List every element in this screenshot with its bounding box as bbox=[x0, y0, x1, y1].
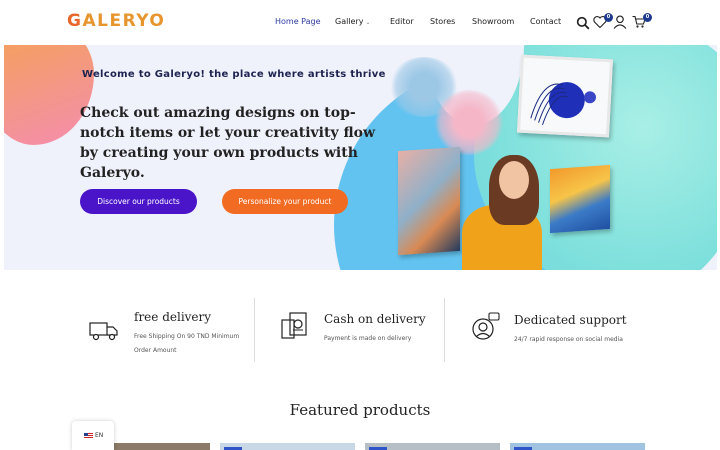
framed-artwork-image bbox=[517, 54, 613, 138]
site-header: GALERYO Home Page Gallery ⌄ Editor Stores… bbox=[0, 0, 720, 45]
feature-title: Cash on delivery bbox=[324, 312, 426, 326]
hero-banner: Welcome to Galeryo! the place where arti… bbox=[4, 45, 717, 270]
support-icon bbox=[472, 312, 500, 340]
nav-gallery[interactable]: Gallery ⌄ bbox=[335, 17, 371, 26]
divider bbox=[444, 298, 445, 362]
feature-description: Free Shipping On 90 TND Minimum Order Am… bbox=[134, 333, 240, 354]
featured-products-heading: Featured products bbox=[289, 401, 431, 419]
canvas-artwork-image bbox=[398, 146, 460, 256]
cart-count-badge: 0 bbox=[643, 13, 652, 22]
nav-showroom[interactable]: Showroom bbox=[472, 17, 514, 26]
nav-editor[interactable]: Editor bbox=[390, 17, 414, 26]
features-section: free delivery Free Shipping On 90 TND Mi… bbox=[0, 290, 720, 370]
hero-headline: Check out amazing designs on top-notch i… bbox=[80, 105, 376, 181]
wishlist-count-badge: 0 bbox=[604, 13, 613, 22]
feature-description: 24/7 rapid response on social media bbox=[514, 336, 623, 343]
product-card[interactable] bbox=[510, 443, 645, 450]
discover-products-button[interactable]: Discover our products bbox=[80, 189, 197, 214]
hero-welcome-text: Welcome to Galeryo! the place where arti… bbox=[82, 69, 386, 80]
watercolor-splash-pink bbox=[434, 90, 504, 155]
product-card[interactable] bbox=[365, 443, 500, 450]
nav-stores[interactable]: Stores bbox=[430, 17, 455, 26]
feature-title: free delivery bbox=[134, 310, 212, 324]
divider bbox=[254, 298, 255, 362]
us-flag-icon bbox=[84, 433, 93, 439]
search-icon[interactable] bbox=[576, 16, 590, 30]
cash-icon bbox=[281, 312, 307, 339]
feature-title: Dedicated support bbox=[514, 313, 627, 327]
truck-icon bbox=[89, 322, 118, 341]
nav-contact[interactable]: Contact bbox=[530, 17, 561, 26]
personalize-product-button[interactable]: Personalize your product bbox=[222, 189, 348, 214]
language-switcher[interactable]: EN bbox=[72, 421, 114, 450]
nav-home[interactable]: Home Page bbox=[275, 17, 321, 26]
language-label: EN bbox=[95, 432, 104, 439]
chevron-down-icon: ⌄ bbox=[365, 19, 371, 26]
logo[interactable]: GALERYO bbox=[67, 11, 165, 31]
user-icon[interactable] bbox=[613, 15, 627, 29]
woman-face bbox=[499, 161, 529, 199]
feature-description: Payment is made on delivery bbox=[324, 335, 412, 342]
product-card[interactable] bbox=[220, 443, 355, 450]
canvas-artwork-image-2 bbox=[550, 164, 610, 234]
